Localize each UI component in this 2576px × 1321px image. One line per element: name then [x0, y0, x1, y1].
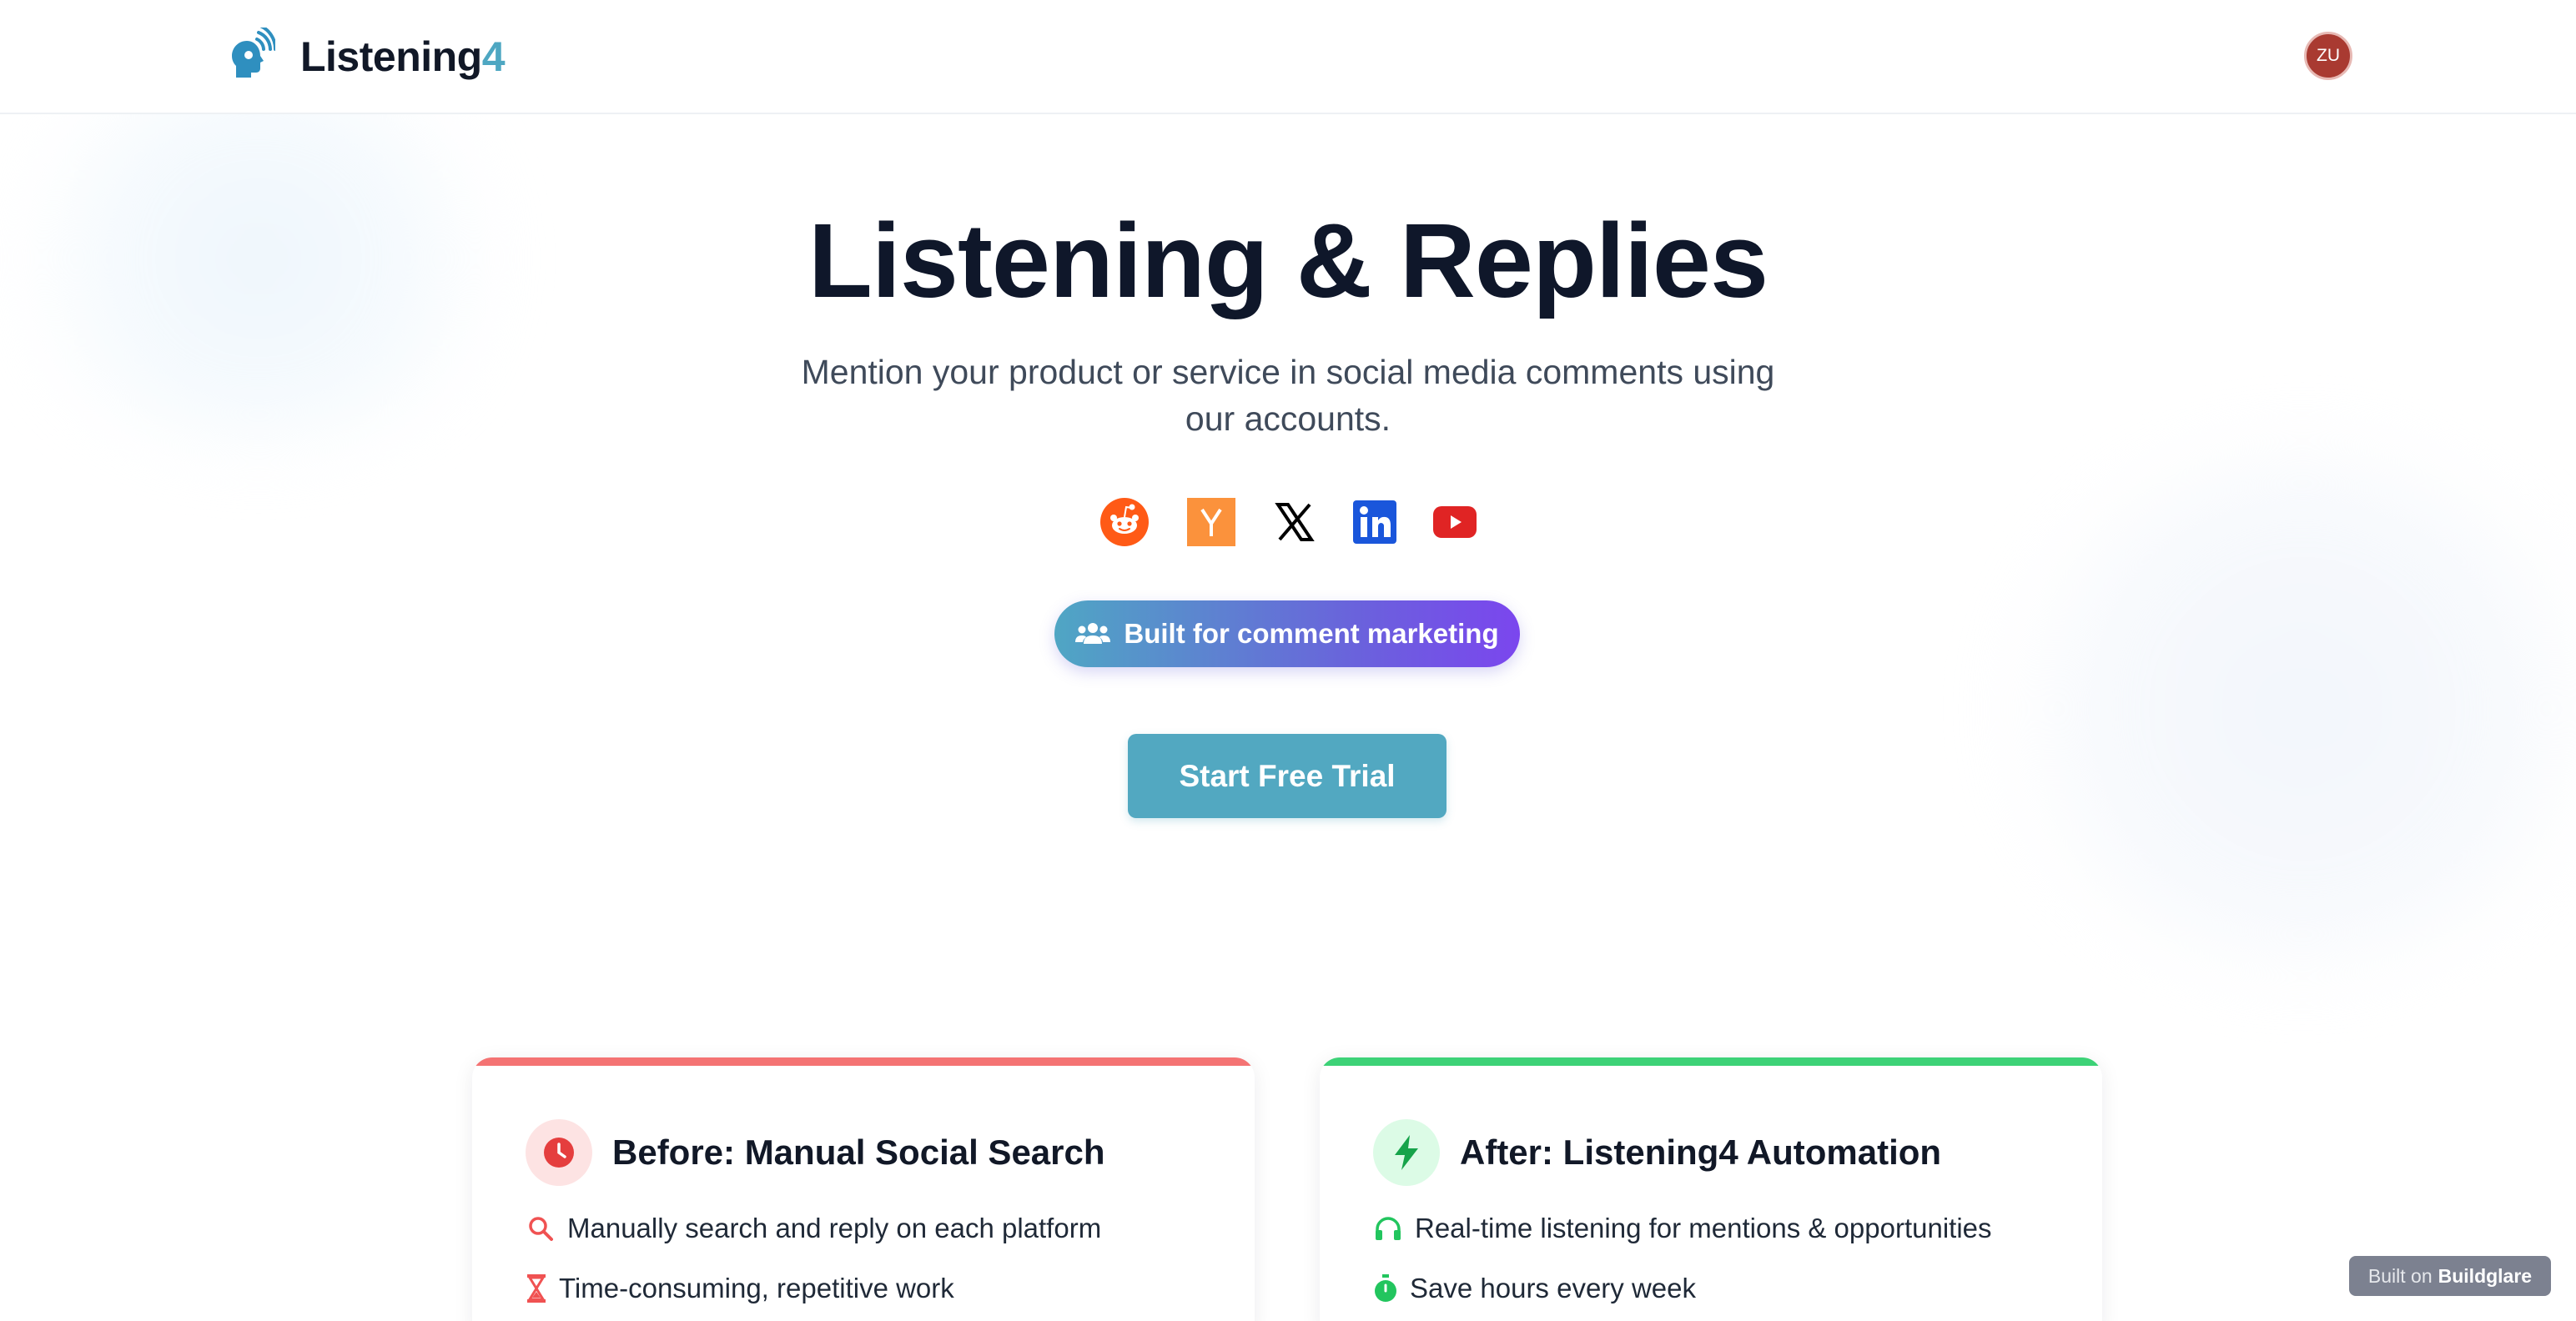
after-card: After: Listening4 Automation Real-time l…	[1320, 1057, 2102, 1321]
after-item-text: Real-time listening for mentions & oppor…	[1415, 1213, 1992, 1243]
badge-label: Built for comment marketing	[1124, 618, 1499, 649]
x-icon	[1270, 497, 1320, 547]
headphones-icon	[1373, 1213, 1403, 1243]
bolt-icon	[1373, 1119, 1440, 1186]
linkedin-icon	[1350, 497, 1400, 547]
stopwatch-icon	[1373, 1273, 1398, 1303]
brand-name-main: Listening	[300, 33, 482, 80]
brand-logo[interactable]: Listening4	[225, 23, 506, 88]
search-icon	[526, 1213, 556, 1243]
before-card: Before: Manual Social Search Manually se…	[472, 1057, 1255, 1321]
users-icon	[1075, 623, 1111, 644]
brand-name: Listening4	[300, 33, 506, 81]
site-header: Listening4 ZU	[0, 0, 2576, 114]
clock-icon	[526, 1119, 592, 1186]
reddit-icon	[1099, 497, 1150, 547]
before-item-text: Manually search and reply on each platfo…	[567, 1213, 1102, 1243]
after-card-accent-bar	[1320, 1057, 2102, 1066]
platform-icons	[0, 497, 2576, 550]
built-on-brand: Buildglare	[2438, 1264, 2533, 1287]
hourglass-icon	[526, 1273, 547, 1303]
listening-head-icon	[225, 23, 278, 87]
hero-subtitle: Mention your product or service in socia…	[801, 353, 1775, 438]
before-item-text: Time-consuming, repetitive work	[559, 1273, 954, 1303]
comment-marketing-badge: Built for comment marketing	[1054, 600, 1520, 667]
start-free-trial-button[interactable]: Start Free Trial	[1128, 734, 1446, 818]
user-avatar[interactable]: ZU	[2304, 32, 2352, 80]
before-card-accent-bar	[472, 1057, 1255, 1066]
hero-title: Listening & Replies	[808, 202, 1768, 319]
after-item-text: Save hours every week	[1410, 1273, 1697, 1303]
before-item: Manually search and reply on each platfo…	[526, 1213, 1101, 1244]
youtube-icon	[1430, 497, 1480, 547]
before-card-title: Before: Manual Social Search	[612, 1133, 1105, 1172]
after-card-title: After: Listening4 Automation	[1460, 1133, 1942, 1172]
hacker-news-icon	[1186, 497, 1236, 547]
brand-name-suffix: 4	[481, 33, 506, 80]
built-on-badge[interactable]: Built on Buildglare	[2349, 1256, 2551, 1296]
before-item: Time-consuming, repetitive work	[526, 1273, 954, 1304]
built-on-prefix: Built on	[2367, 1264, 2433, 1287]
after-item: Save hours every week	[1373, 1273, 1696, 1304]
after-item: Real-time listening for mentions & oppor…	[1373, 1213, 1992, 1244]
